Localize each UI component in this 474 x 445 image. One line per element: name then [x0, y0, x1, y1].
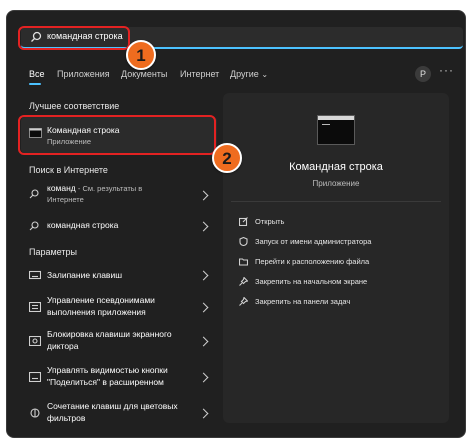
- step-badge-2: 2: [212, 143, 242, 173]
- settings-result[interactable]: Залипание клавиш: [21, 265, 215, 285]
- tab-more[interactable]: Другие ⌄: [230, 69, 268, 79]
- section-web: Поиск в Интернете: [29, 165, 108, 175]
- chevron-right-icon: [198, 302, 209, 313]
- search-icon: [29, 189, 39, 199]
- settings-result-label: Управление псевдонимами: [47, 295, 155, 305]
- details-pane: Командная строка Приложение Открыть Запу…: [223, 93, 449, 423]
- tab-documents[interactable]: Документы: [121, 69, 167, 79]
- settings-result-label-line2: диктора: [47, 341, 79, 351]
- app-list-icon: [29, 302, 41, 312]
- tab-apps[interactable]: Приложения: [57, 69, 110, 79]
- settings-result-label-line2: выполнения приложения: [47, 307, 146, 317]
- web-result-hint: - См. результаты в: [75, 184, 143, 193]
- chevron-right-icon: [198, 270, 209, 281]
- web-result-line2: Интернете: [47, 195, 84, 204]
- web-result-query: командная строка: [47, 220, 119, 230]
- active-tab-indicator: [29, 83, 41, 85]
- chevron-right-icon: [198, 372, 209, 383]
- avatar[interactable]: Р: [415, 66, 431, 82]
- settings-result[interactable]: Блокировка клавиши экранного диктора: [21, 327, 215, 355]
- callout-best-match: [18, 115, 216, 155]
- chevron-down-icon: ⌄: [261, 70, 269, 79]
- action-label: Открыть: [255, 217, 285, 226]
- settings-result[interactable]: Управлять видимостью кнопки "Поделиться"…: [21, 363, 215, 391]
- web-result-query: команд: [47, 183, 76, 193]
- search-icon: [29, 221, 39, 231]
- share-icon: [29, 372, 41, 382]
- open-icon: [239, 217, 248, 226]
- step-badge-1: 1: [126, 40, 156, 70]
- web-result[interactable]: командная строка: [21, 215, 215, 237]
- shield-icon: [239, 237, 248, 246]
- chevron-right-icon: [198, 336, 209, 347]
- details-title: Командная строка: [289, 161, 383, 173]
- chevron-right-icon: [198, 408, 209, 419]
- action-label: Закрепить на начальном экране: [255, 277, 368, 286]
- settings-result-label: Залипание клавиш: [47, 270, 123, 280]
- settings-result-label-line2: фильтров: [47, 413, 86, 423]
- action-label: Перейти к расположению файла: [255, 257, 370, 266]
- chevron-right-icon: [198, 221, 209, 232]
- terminal-icon: [317, 115, 355, 145]
- settings-result[interactable]: Сочетание клавиш для цветовых фильтров: [21, 399, 215, 427]
- tab-all[interactable]: Все: [29, 69, 45, 79]
- pin-icon: [239, 277, 248, 286]
- details-subtitle: Приложение: [312, 179, 360, 188]
- settings-result-label-line2: "Поделиться" в расширенном: [47, 377, 164, 387]
- settings-result-label: Сочетание клавиш для цветовых: [47, 401, 178, 411]
- section-settings: Параметры: [29, 247, 77, 257]
- color-filter-icon: [30, 408, 40, 418]
- chevron-right-icon: [198, 190, 209, 201]
- tab-web[interactable]: Интернет: [180, 69, 219, 79]
- keyboard-icon: [29, 270, 41, 280]
- web-result[interactable]: команд - См. результаты в Интернете: [21, 181, 215, 209]
- callout-search-box: [18, 26, 130, 50]
- search-window: командная строка Все Приложения Документ…: [6, 10, 466, 438]
- settings-result-label: Блокировка клавиши экранного: [47, 329, 172, 339]
- settings-result[interactable]: Управление псевдонимами выполнения прило…: [21, 293, 215, 321]
- divider: [231, 201, 441, 202]
- section-best-match: Лучшее соответствие: [29, 101, 120, 111]
- settings-result-label: Управлять видимостью кнопки: [47, 365, 168, 375]
- folder-icon: [239, 258, 248, 266]
- action-label: Запуск от имени администратора: [255, 237, 372, 246]
- narrator-icon: [29, 336, 41, 346]
- action-label: Закрепить на панели задач: [255, 297, 351, 306]
- pin-icon: [239, 297, 248, 306]
- more-options-icon[interactable]: ···: [439, 63, 454, 77]
